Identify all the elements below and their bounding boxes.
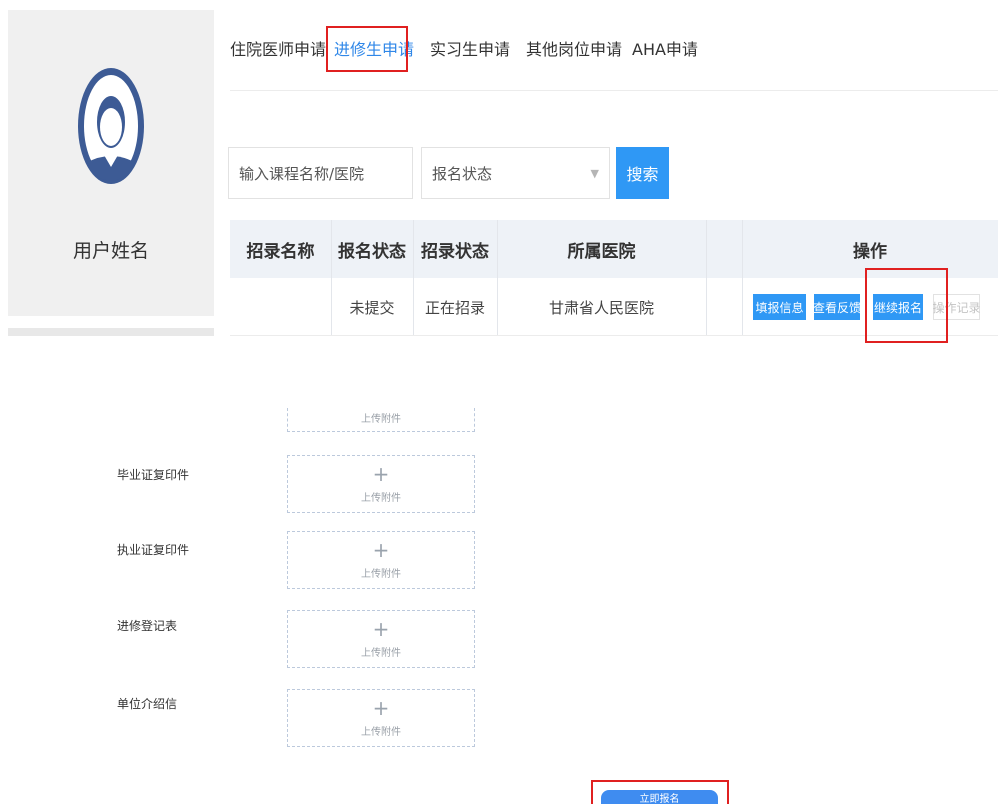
plus-icon: + [372,617,390,641]
tab-other-positions[interactable]: 其他岗位申请 [526,36,622,60]
header-actions: 操作 [853,241,887,262]
cell-hospital: 甘肃省人民医院 [548,298,654,317]
upload-text: 上传附件 [361,569,401,580]
dropdown-arrow-icon: ▼ [590,166,599,180]
label-unit-introduction-letter: 单位介绍信 [117,697,178,711]
tab-divider [230,90,998,91]
column-divider [706,220,707,278]
tab-resident-physician[interactable]: 住院医师申请 [230,36,326,60]
status-select-value: 报名状态 [432,164,493,183]
plus-icon: + [372,538,390,562]
view-feedback-button[interactable]: 查看反馈 [813,294,861,320]
cell-recruit-status: 正在招录 [424,298,485,317]
plus-icon: + [372,696,390,720]
upload-text: 上传附件 [361,493,401,504]
table-row: 未提交 正在招录 甘肃省人民医院 填报信息 查看反馈 继续报名 操作记录 [230,278,998,336]
header-recruit-name: 招录名称 [246,241,315,262]
search-button[interactable]: 搜索 [616,147,669,199]
cell-apply-status: 未提交 [349,298,395,317]
plus-icon: + [372,462,390,486]
label-study-registration-form: 进修登记表 [117,619,178,633]
upload-practice-certificate[interactable]: + 上传附件 [287,531,475,589]
upload-graduation-certificate[interactable]: + 上传附件 [287,455,475,513]
fill-info-button[interactable]: 填报信息 [753,294,806,320]
header-apply-status: 报名状态 [338,241,406,262]
upload-unit-introduction-letter[interactable]: + 上传附件 [287,689,475,747]
operation-record-button[interactable]: 操作记录 [933,294,981,320]
user-avatar-icon [78,68,144,184]
upload-text: 上传附件 [361,414,401,425]
label-practice-certificate: 执业证复印件 [117,543,190,557]
user-name: 用户姓名 [72,240,149,262]
upload-text: 上传附件 [361,727,401,738]
register-now-button[interactable]: 立即报名 [601,790,718,804]
tab-advanced-study[interactable]: 进修生申请 [334,36,414,60]
column-divider [706,278,707,336]
tab-intern[interactable]: 实习生申请 [430,36,510,60]
cell-recruit-name [230,278,331,336]
header-recruit-status: 招录状态 [421,241,489,262]
search-input-text: 输入课程名称/医院 [239,164,365,183]
status-select[interactable]: 报名状态 ▼ [421,147,610,199]
search-input[interactable]: 输入课程名称/医院 [228,147,413,199]
column-divider [742,278,743,336]
upload-study-registration-form[interactable]: + 上传附件 [287,610,475,668]
upload-box-partial[interactable]: 上传附件 [287,408,475,432]
continue-registration-button[interactable]: 继续报名 [873,294,923,320]
table-header: 招录名称 报名状态 招录状态 所属医院 操作 [230,220,998,278]
tab-aha[interactable]: AHA申请 [632,36,698,60]
header-hospital: 所属医院 [567,241,636,262]
sidebar-menu-strip [8,328,214,336]
upload-text: 上传附件 [361,648,401,659]
row-divider [230,335,998,336]
label-graduation-certificate: 毕业证复印件 [117,468,190,482]
